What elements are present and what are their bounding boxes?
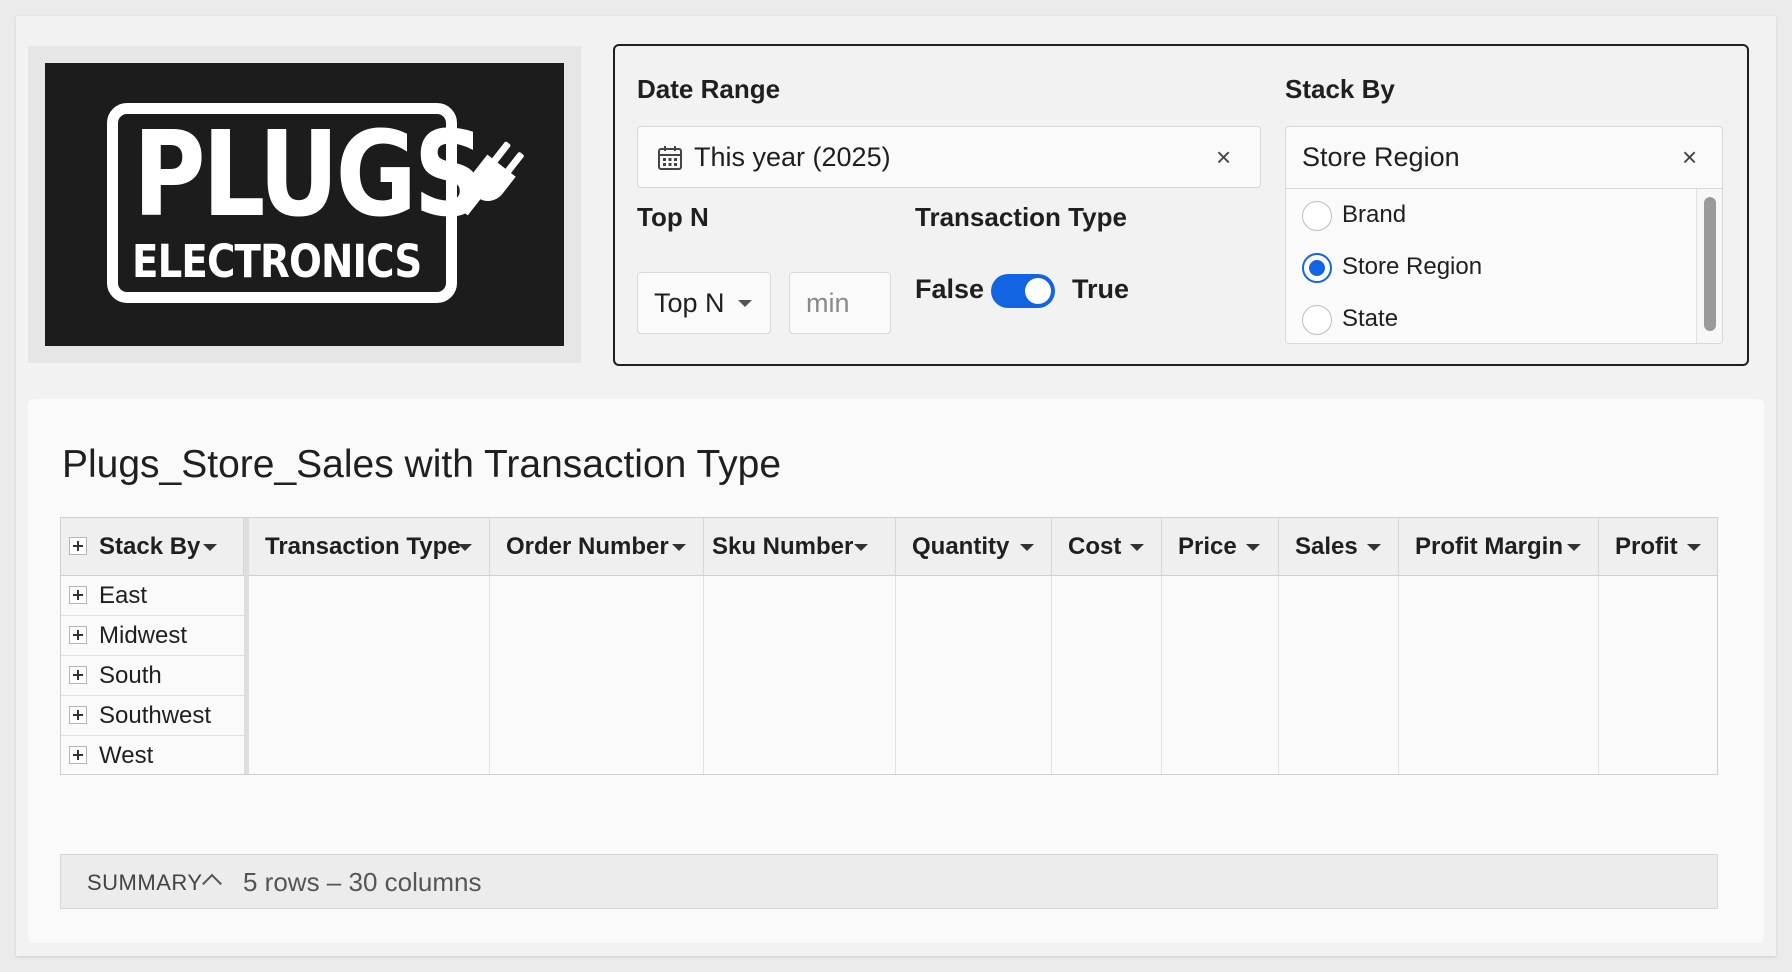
data-column [1279,576,1399,774]
column-header-sales[interactable]: Sales [1279,518,1399,576]
date-range-label: Date Range [637,74,781,104]
toggle-knob [1025,278,1051,304]
expand-plus-icon[interactable] [69,626,87,644]
column-header-label: Cost [1068,533,1122,560]
logo-container: PLUGS ELECTRONICS [28,46,581,363]
expand-plus-icon[interactable] [69,586,87,604]
expand-plus-icon[interactable] [69,537,87,555]
column-header-price[interactable]: Price [1162,518,1279,576]
column-header-profit-margin[interactable]: Profit Margin [1399,518,1599,576]
logo-text-plugs: PLUGS [133,105,485,243]
expand-plus-icon[interactable] [69,666,87,684]
toggle-true-label: True [1072,274,1130,304]
column-header-label: Profit [1615,533,1678,560]
caret-down-icon[interactable] [854,544,868,551]
table-row[interactable]: Midwest [61,616,244,656]
column-header-label: Sku Number [712,533,854,560]
caret-down-icon[interactable] [1130,544,1144,551]
table-row[interactable]: Southwest [61,696,244,736]
table-row[interactable]: South [61,656,244,696]
top-n-select[interactable]: Top N [637,272,771,334]
column-header-label: Price [1178,533,1237,560]
expand-plus-icon[interactable] [69,706,87,724]
list-scrollbar[interactable] [1696,189,1722,343]
column-header-order-number[interactable]: Order Number [490,518,704,576]
data-column [490,576,704,774]
table-row[interactable]: West [61,736,244,776]
expand-plus-icon[interactable] [69,746,87,764]
column-header-label: Transaction Type [265,533,461,560]
summary-info: 5 rows – 30 columns [243,867,482,897]
column-header-profit[interactable]: Profit [1599,518,1717,576]
data-column [249,576,490,774]
radio-icon [1302,305,1332,335]
table-row[interactable]: East [61,576,244,616]
row-label: South [99,662,162,689]
caret-down-icon[interactable] [458,544,472,551]
transaction-type-toggle[interactable] [991,274,1055,308]
caret-down-icon[interactable] [1020,544,1034,551]
row-label: Southwest [99,702,212,729]
workbook-page: PLUGS ELECTRONICS Date Range This year (… [16,16,1776,956]
row-label: Midwest [99,622,188,649]
pivot-table-grid: Stack By Transaction Type Order Number S… [60,517,1718,775]
top-n-label: Top N [637,202,709,232]
scrollbar-thumb[interactable] [1704,197,1716,331]
stack-by-selected[interactable]: Store Region × [1286,127,1722,189]
data-column [704,576,896,774]
top-n-value: Top N [654,288,725,318]
table-title: Plugs_Store_Sales with Transaction Type [62,443,782,486]
column-header-cost[interactable]: Cost [1052,518,1162,576]
transaction-type-label: Transaction Type [915,202,1127,232]
stack-by-value: Store Region [1302,142,1460,172]
stack-by-list-control: Store Region × Brand Store Region State [1285,126,1723,344]
caret-down-icon[interactable] [672,544,686,551]
caret-down-icon[interactable] [1367,544,1381,551]
column-header-quantity[interactable]: Quantity [896,518,1052,576]
calendar-icon [658,146,682,170]
data-column [896,576,1052,774]
table-element: Plugs_Store_Sales with Transaction Type … [28,399,1764,943]
plugs-electronics-logo: PLUGS ELECTRONICS [45,63,564,346]
caret-down-icon [738,300,752,307]
stack-by-label: Stack By [1285,74,1395,104]
top-n-min-input[interactable]: min [789,272,891,334]
clear-stack-by-icon[interactable]: × [1682,144,1697,170]
date-range-input[interactable]: This year (2025) × [637,126,1261,188]
row-label: West [99,742,154,769]
radio-selected-icon [1302,253,1332,283]
toggle-false-label: False [915,274,985,304]
clear-date-icon[interactable]: × [1216,144,1231,170]
option-label: Store Region [1342,253,1483,280]
summary-label: SUMMARY [87,870,203,895]
column-header-label: Stack By [99,533,201,560]
column-header-sku-number[interactable]: Sku Number [704,518,896,576]
data-column [1162,576,1279,774]
row-label: East [99,582,148,609]
data-column [1399,576,1599,774]
date-range-value: This year (2025) [694,142,891,172]
caret-down-icon[interactable] [1246,544,1260,551]
caret-down-icon[interactable] [203,544,217,551]
chevron-up-icon[interactable] [202,873,222,894]
plug-icon [461,141,524,216]
column-header-label: Sales [1295,533,1358,560]
data-column [1052,576,1162,774]
caret-down-icon[interactable] [1687,544,1701,551]
logo-text-electronics: ELECTRONICS [132,235,422,288]
column-header-transaction-type[interactable]: Transaction Type [249,518,490,576]
option-label: Brand [1342,201,1407,228]
caret-down-icon[interactable] [1567,544,1581,551]
column-header-label: Order Number [506,533,669,560]
column-header-stack-by[interactable]: Stack By [61,518,244,576]
option-label: State [1342,305,1399,332]
radio-icon [1302,201,1332,231]
filter-controls-panel: Date Range This year (2025) × Top N Top … [613,44,1749,366]
column-header-label: Profit Margin [1415,533,1563,560]
column-header-label: Quantity [912,533,1010,560]
summary-bar[interactable]: SUMMARY 5 rows – 30 columns [60,854,1718,909]
